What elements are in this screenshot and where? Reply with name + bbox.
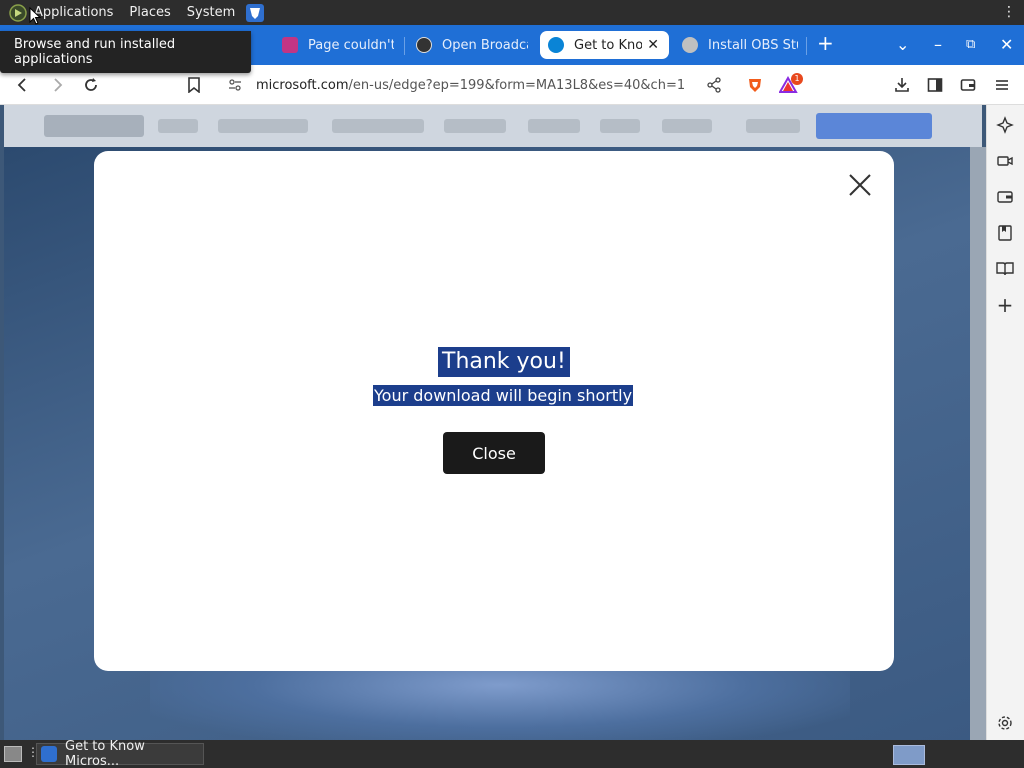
tab-title: Open Broadcaster xyxy=(442,37,528,53)
tab-page-couldnt-load[interactable]: Page couldn't load xyxy=(282,31,394,59)
edge-favicon-icon xyxy=(548,37,564,53)
close-window-icon[interactable]: ✕ xyxy=(1000,36,1013,54)
bookmark-icon[interactable] xyxy=(184,75,204,95)
tab-get-to-know[interactable]: Get to Know ✕ xyxy=(540,31,669,59)
url-text: microsoft.com/en-us/edge?ep=199&form=MA1… xyxy=(256,78,685,93)
applications-menu[interactable]: Applications xyxy=(34,5,113,20)
blurred-logo xyxy=(44,115,144,137)
browser-sidebar: + xyxy=(986,105,1024,740)
sidebar-toggle-icon[interactable] xyxy=(925,75,945,95)
downloads-icon[interactable] xyxy=(892,75,912,95)
url-domain: microsoft.com xyxy=(256,77,349,93)
taskbar-window-title: Get to Know Micros... xyxy=(65,739,145,768)
talk-video-icon[interactable] xyxy=(995,151,1015,171)
tab-divider xyxy=(404,37,405,55)
url-path: /en-us/edge?ep=199&form=MA13L8&es=40&ch=… xyxy=(348,77,686,93)
tab-divider xyxy=(806,37,807,55)
bookmarks-sidebar-icon[interactable] xyxy=(995,223,1015,243)
instagram-favicon-icon xyxy=(282,37,298,53)
dialog-title: Thank you! xyxy=(438,347,570,377)
wallet-sidebar-icon[interactable] xyxy=(995,187,1015,207)
close-tab-icon[interactable]: ✕ xyxy=(647,37,659,53)
tab-title: Get to Know xyxy=(574,37,642,53)
tab-list-chevron-icon[interactable]: ⌄ xyxy=(896,36,909,54)
blurred-nav-item xyxy=(746,119,800,133)
blurred-download-button xyxy=(816,113,932,139)
brave-shields-icon[interactable] xyxy=(745,75,765,95)
blurred-nav-item xyxy=(600,119,640,133)
blurred-scroll-area xyxy=(970,147,986,740)
blurred-page-header xyxy=(4,105,982,147)
add-sidebar-item-icon[interactable]: + xyxy=(995,293,1015,317)
blurred-nav-item xyxy=(444,119,506,133)
dialog-subtitle: Your download will begin shortly xyxy=(373,385,634,406)
reading-list-icon[interactable] xyxy=(995,259,1015,279)
system-menu[interactable]: System xyxy=(187,5,235,20)
forward-icon[interactable] xyxy=(47,75,67,95)
globe-favicon-icon xyxy=(682,37,698,53)
tab-install-obs[interactable]: Install OBS Studio xyxy=(682,31,798,59)
taskbar: ⋮ Get to Know Micros... xyxy=(0,739,1024,768)
mouse-cursor-icon xyxy=(29,6,42,29)
minimize-window-icon[interactable]: – xyxy=(934,36,942,54)
back-icon[interactable] xyxy=(13,75,33,95)
applications-tooltip: Browse and run installed applications xyxy=(0,31,251,73)
tab-title: Page couldn't load xyxy=(308,37,394,53)
main-menu-icon[interactable] xyxy=(992,75,1012,95)
dialog-close-icon[interactable] xyxy=(846,171,874,199)
site-info-icon[interactable] xyxy=(228,78,242,96)
tray-brave-icon[interactable] xyxy=(893,745,925,765)
blurred-nav-item xyxy=(528,119,580,133)
taskbar-window-button[interactable]: Get to Know Micros... xyxy=(36,739,204,768)
places-menu[interactable]: Places xyxy=(129,5,170,20)
sidebar-settings-icon[interactable] xyxy=(995,713,1015,733)
applications-logo-icon[interactable] xyxy=(8,3,28,23)
obs-favicon-icon xyxy=(416,37,432,53)
blurred-nav-item xyxy=(332,119,424,133)
show-desktop-icon[interactable] xyxy=(4,746,22,762)
brave-launcher-icon[interactable] xyxy=(245,3,265,23)
rewards-badge: 1 xyxy=(791,73,803,85)
leo-ai-icon[interactable] xyxy=(995,115,1015,135)
download-dialog: Thank you! Your download will begin shor… xyxy=(94,151,894,671)
blurred-nav-item xyxy=(218,119,308,133)
blurred-nav-item xyxy=(662,119,712,133)
address-bar[interactable]: microsoft.com/en-us/edge?ep=199&form=MA1… xyxy=(218,69,780,101)
top-panel: Applications Places System ⋮ xyxy=(0,0,1024,25)
dialog-close-button[interactable]: Close xyxy=(443,432,545,474)
blurred-nav-item xyxy=(158,119,198,133)
brave-window-icon xyxy=(41,746,57,762)
tab-open-broadcaster[interactable]: Open Broadcaster xyxy=(416,31,528,59)
tab-title: Install OBS Studio xyxy=(708,37,798,53)
share-icon[interactable] xyxy=(706,77,722,97)
panel-menu-icon[interactable]: ⋮ xyxy=(1002,4,1016,20)
new-tab-icon[interactable]: + xyxy=(817,33,834,53)
reload-icon[interactable] xyxy=(81,75,101,95)
wallet-icon[interactable] xyxy=(958,75,978,95)
restore-window-icon[interactable]: ⧉ xyxy=(966,36,975,54)
